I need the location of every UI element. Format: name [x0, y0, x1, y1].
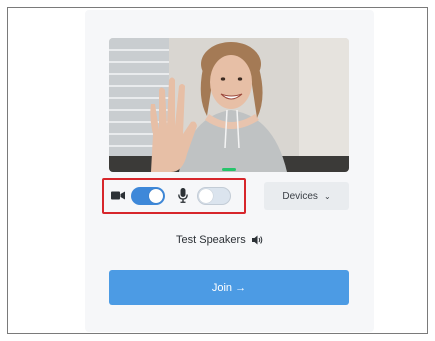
chevron-down-icon: ⌄: [323, 191, 331, 201]
test-speakers-label: Test Speakers: [176, 234, 246, 246]
join-button-label: Join →: [211, 281, 247, 294]
test-speakers-link[interactable]: Test Speakers: [176, 232, 263, 248]
camera-toggle-knob: [149, 189, 163, 203]
microphone-toggle[interactable]: [197, 187, 231, 205]
live-indicator: [222, 168, 236, 171]
camera-preview: [109, 38, 349, 172]
microphone-icon: [178, 188, 188, 203]
devices-button-label: Devices: [282, 190, 318, 202]
join-button[interactable]: Join →: [109, 270, 349, 305]
devices-button[interactable]: Devices ⌄: [264, 182, 349, 210]
video-camera-icon: [111, 191, 125, 200]
camera-toggle[interactable]: [131, 187, 165, 205]
microphone-toggle-knob: [199, 189, 213, 203]
speaker-icon: [251, 235, 263, 245]
